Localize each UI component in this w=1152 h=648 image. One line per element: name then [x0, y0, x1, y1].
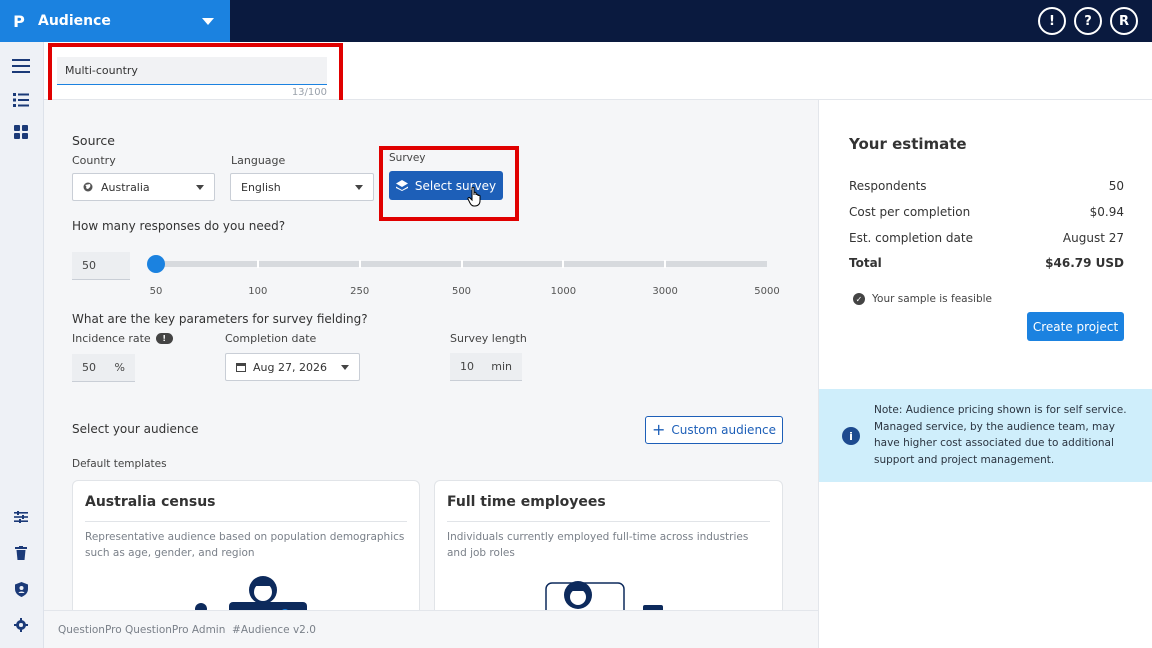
row-value: $0.94: [1089, 205, 1124, 219]
percent-unit: %: [114, 361, 125, 374]
slider-tick-label: 50: [149, 286, 163, 297]
menu-icon[interactable]: [12, 57, 30, 75]
slider-tick-label: 3000: [652, 286, 678, 297]
language-label: Language: [231, 154, 286, 167]
shield-user-icon[interactable]: [12, 580, 30, 598]
chevron-down-icon: [355, 184, 363, 190]
help-icon[interactable]: ?: [1074, 7, 1102, 35]
info-icon[interactable]: !: [155, 333, 173, 344]
feedback-icon[interactable]: !: [1038, 7, 1066, 35]
hand-cursor-icon: [467, 187, 481, 207]
slider-tick-label: 1000: [550, 286, 577, 297]
feasible-text: Your sample is feasible: [872, 293, 993, 305]
template-card-australia-census[interactable]: Australia census Representative audience…: [72, 480, 420, 620]
card-divider: [447, 521, 770, 522]
highlight-box-survey: [379, 146, 519, 221]
row-value: August 27: [1062, 231, 1124, 245]
top-actions: ! ? R: [1038, 7, 1138, 35]
incidence-label: Incidence rate: [72, 332, 151, 345]
custom-audience-label: Custom audience: [671, 423, 777, 437]
incidence-value: 50: [82, 361, 96, 374]
chevron-down-icon: [341, 364, 349, 370]
questionpro-logo: P: [13, 11, 25, 31]
app-title: Audience: [38, 13, 111, 29]
slider-tick: [460, 260, 463, 268]
chevron-down-icon[interactable]: [202, 17, 214, 25]
slider-tick: [256, 260, 259, 268]
minutes-unit: min: [491, 360, 512, 373]
slider-tick-label: 500: [451, 286, 472, 297]
grid-icon[interactable]: [12, 123, 30, 141]
card-description: Individuals currently employed full-time…: [447, 531, 749, 559]
slider-tick-label: 250: [350, 286, 370, 297]
list-icon[interactable]: [12, 91, 30, 109]
trash-icon[interactable]: [12, 544, 30, 562]
parameters-question: What are the key parameters for survey f…: [72, 312, 368, 326]
survey-length-input[interactable]: 10 min: [450, 353, 522, 381]
completion-label: Completion date: [225, 332, 317, 345]
custom-audience-button[interactable]: + Custom audience: [645, 416, 783, 444]
responses-slider-handle[interactable]: [147, 255, 165, 273]
responses-question: How many responses do you need?: [72, 219, 286, 233]
card-description: Representative audience based on populat…: [85, 531, 405, 559]
total-label: Total: [849, 256, 882, 270]
top-bar: P Audience ! ? R: [0, 0, 1152, 42]
plus-icon: +: [651, 420, 666, 439]
estimate-row-cost: Cost per completion $0.94: [849, 205, 1124, 219]
country-label: Country: [72, 154, 116, 167]
estimate-panel: Your estimate Respondents 50 Cost per co…: [818, 100, 1152, 648]
templates-label: Default templates: [72, 458, 167, 470]
slider-tick: [358, 260, 361, 268]
card-title: Australia census: [85, 494, 216, 510]
row-label: Cost per completion: [849, 205, 971, 219]
note-text: Note: Audience pricing shown is for self…: [874, 404, 1127, 466]
app-switcher[interactable]: P Audience: [0, 0, 230, 42]
responses-input[interactable]: 50: [72, 252, 130, 280]
check-circle-icon: ✓: [853, 293, 865, 305]
audience-heading: Select your audience: [72, 422, 199, 436]
estimate-row-completion-date: Est. completion date August 27: [849, 231, 1124, 245]
pricing-note: i Note: Audience pricing shown is for se…: [819, 389, 1152, 482]
survey-length-label: Survey length: [450, 332, 527, 345]
incidence-label-row: Incidence rate !: [72, 332, 173, 345]
globe-icon: [83, 182, 93, 192]
row-label: Est. completion date: [849, 231, 973, 245]
slider-tick: [664, 260, 667, 268]
slider-tick-label: 100: [248, 286, 268, 297]
incidence-input[interactable]: 50 %: [72, 354, 135, 382]
info-icon: i: [842, 427, 860, 445]
sidebar: [0, 42, 44, 648]
language-select[interactable]: English: [230, 173, 374, 201]
row-label: Respondents: [849, 179, 927, 193]
row-value: 50: [1108, 179, 1124, 193]
estimate-title: Your estimate: [849, 135, 967, 153]
slider-tick-label: 5000: [754, 286, 780, 297]
country-value: Australia: [101, 180, 150, 194]
gear-icon[interactable]: [12, 616, 30, 634]
survey-length-value: 10: [460, 360, 474, 373]
user-avatar[interactable]: R: [1110, 7, 1138, 35]
total-value: $46.79 USD: [1045, 256, 1124, 270]
estimate-row-total: Total $46.79 USD: [849, 256, 1124, 270]
create-project-button[interactable]: Create project: [1027, 312, 1124, 341]
estimate-row-respondents: Respondents 50: [849, 179, 1124, 193]
highlight-box-name: [48, 43, 343, 105]
feasibility-status: ✓ Your sample is feasible: [853, 293, 992, 305]
completion-date-value: Aug 27, 2026: [253, 360, 327, 374]
sliders-icon[interactable]: [12, 508, 30, 526]
completion-date-picker[interactable]: Aug 27, 2026: [225, 353, 360, 381]
card-divider: [85, 521, 407, 522]
source-heading: Source: [72, 133, 115, 148]
footer-text: QuestionPro QuestionPro Admin #Audience …: [58, 624, 316, 636]
template-card-full-time-employees[interactable]: Full time employees Individuals currentl…: [434, 480, 783, 620]
card-title: Full time employees: [447, 494, 606, 510]
slider-tick: [562, 260, 565, 268]
calendar-icon: [236, 362, 246, 372]
footer: QuestionPro QuestionPro Admin #Audience …: [44, 610, 818, 648]
country-select[interactable]: Australia: [72, 173, 215, 201]
chevron-down-icon: [196, 184, 204, 190]
language-value: English: [241, 180, 281, 194]
